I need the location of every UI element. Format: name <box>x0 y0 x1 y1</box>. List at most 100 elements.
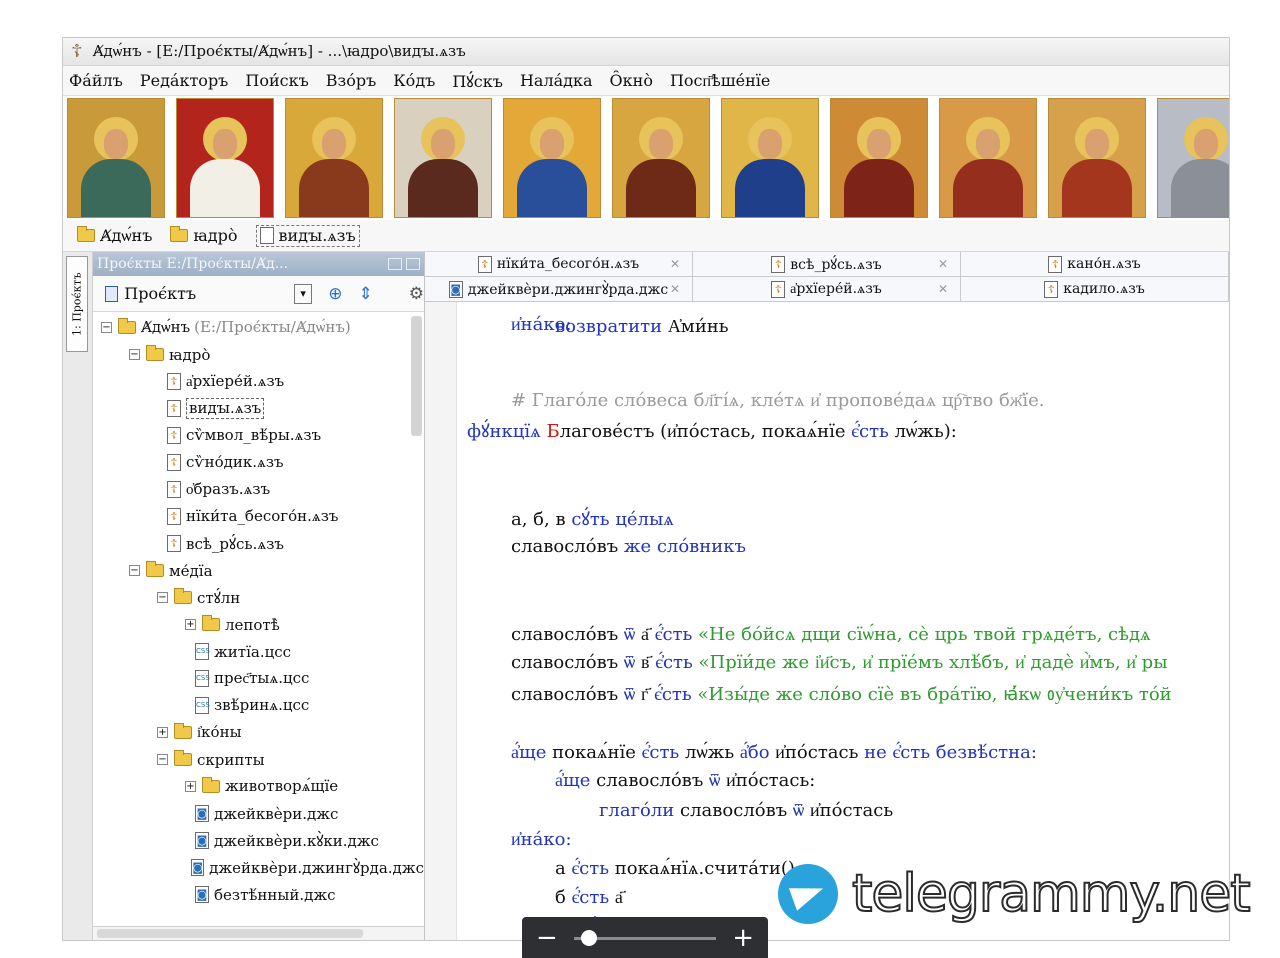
expand-toggle[interactable]: + <box>185 781 196 792</box>
tree-folder[interactable]: − ме́дїа <box>93 557 424 584</box>
tree-file[interactable]: ◙ джейквѐри.кꙋ̀ки.джс <box>93 827 424 854</box>
scroll-from-source-icon[interactable]: ⊕ <box>328 284 342 304</box>
tree-folder[interactable]: + лепотѣ̀ <box>93 611 424 638</box>
panel-hide-button[interactable] <box>406 258 420 270</box>
tree-horizontal-scrollbar[interactable] <box>93 926 424 940</box>
menu-item[interactable]: Ко́дъ <box>393 71 435 90</box>
editor-tab[interactable]: ◙ джейквѐри.джингꙋ̀рда.джс ✕ <box>425 277 693 301</box>
orthodox-cross-icon: ☦ <box>71 41 83 62</box>
view-dropdown-button[interactable]: ▾ <box>294 283 313 304</box>
tree-file[interactable]: ☦ нїки́та_бесого́н.ѧзъ <box>93 503 424 530</box>
menu-item[interactable]: Редáкторъ <box>140 71 229 90</box>
deesis-icon[interactable] <box>1048 98 1146 218</box>
madonna-child-icon[interactable] <box>721 98 819 218</box>
tree-folder[interactable]: + і҆ко́ны <box>93 719 424 746</box>
tree-file[interactable]: ☦ всѣ_рꙋ́сь.ѧзъ <box>93 530 424 557</box>
editor-tab[interactable]: ☦ нїки́та_бесого́н.ѧзъ ✕ <box>425 252 693 276</box>
tree-item-label: всѣ_рꙋ́сь.ѧзъ <box>186 534 284 553</box>
menu-item[interactable]: Фа́йлъ <box>69 71 123 90</box>
code-token: є҆́сть <box>641 742 685 763</box>
trinity-icon[interactable] <box>67 98 165 218</box>
breadcrumb-folder[interactable]: ꙗдро̀ <box>170 226 238 245</box>
collapse-toggle[interactable]: − <box>157 754 168 765</box>
script-file-icon: ☦ <box>167 535 181 552</box>
collapse-toggle[interactable]: − <box>101 322 112 333</box>
virgin-praying-icon[interactable] <box>503 98 601 218</box>
code-token: в҃ <box>635 652 656 673</box>
tree-folder[interactable]: − ꙗдро̀ <box>93 341 424 368</box>
menu-item[interactable]: Посп҃ѣше́нїе <box>670 71 770 91</box>
tree-item-label: животворѧ́щїе <box>225 777 339 795</box>
theotokos-icon[interactable] <box>394 98 492 218</box>
christ-book-icon[interactable] <box>830 98 928 218</box>
pantocrator-icon[interactable] <box>612 98 710 218</box>
tree-item-label: а҆рхїере́й.ѧзъ <box>186 372 285 390</box>
close-tab-icon[interactable]: ✕ <box>938 257 948 271</box>
tree-file[interactable]: ☦ а҆рхїере́й.ѧзъ <box>93 368 424 395</box>
ide-window: ☦ Ⱥдѡ́нъ - [Е:/Проє́кты/Ⱥдѡ́нъ] - ...\ꙗд… <box>62 37 1230 941</box>
editor-tab[interactable]: ☦ всѣ_рꙋ́сь.ѧзъ ✕ <box>693 252 961 276</box>
js-file-icon: ◙ <box>195 886 209 903</box>
tree-file[interactable]: ◙ джейквѐри.джингꙋ̀рда.джс <box>93 854 424 881</box>
menu-item[interactable]: Пꙋ́скъ <box>452 70 503 92</box>
tree-file[interactable]: ☦ сѷмвол_вѣ́ры.ѧзъ <box>93 422 424 449</box>
close-tab-icon[interactable]: ✕ <box>670 282 680 296</box>
telegram-logo-icon <box>778 864 838 924</box>
tree-file[interactable]: ◙ джейквѐри.джс <box>93 800 424 827</box>
menu-item[interactable]: Нала́дка <box>520 71 593 90</box>
editor-tab[interactable]: ☦ кано́н.ѧзъ <box>961 252 1229 276</box>
tree-file[interactable]: ☦ сѷно́дик.ѧзъ <box>93 449 424 476</box>
tree-file[interactable]: ☦ о҆бразъ.ѧзъ <box>93 476 424 503</box>
christ-icon[interactable] <box>285 98 383 218</box>
tree-file[interactable]: ☦ видꙑ.ѧзъ <box>93 395 424 422</box>
project-tool-tab[interactable]: 1: Проє́ктъ <box>66 256 88 352</box>
tree-root[interactable]: − Ⱥдѡ́нъ (Е:/Проє́кты/Ⱥдѡ́нъ) <box>93 314 424 341</box>
menu-item[interactable]: О̑кно̀ <box>610 71 653 90</box>
expand-toggle[interactable]: + <box>185 619 196 630</box>
tree-file[interactable]: CSS житїа.цсс <box>93 638 424 665</box>
tree-item-label: скрипты <box>197 750 265 769</box>
tree-folder[interactable]: − стꙋ́лн <box>93 584 424 611</box>
editor-tab[interactable]: ☦ а҆рхїере́й.ѧзъ ✕ <box>693 277 961 301</box>
window-title: Ⱥдѡ́нъ - [Е:/Проє́кты/Ⱥдѡ́нъ] - ...\ꙗдро… <box>92 42 466 60</box>
tree-item-label: сѷмвол_вѣ́ры.ѧзъ <box>186 426 322 444</box>
tree-folder[interactable]: − скрипты <box>93 746 424 773</box>
project-view-selector[interactable]: Проє́ктъ <box>124 284 196 303</box>
editor-tab[interactable]: ☦ кадило.ѧзъ <box>961 277 1229 301</box>
project-panel-header: Проє́кты Е:/Проє́кты/Ⱥд... <box>93 252 424 276</box>
close-tab-icon[interactable]: ✕ <box>938 282 948 296</box>
folder-icon <box>170 226 189 242</box>
tree-file[interactable]: CSS звѣ́ринѧ.цсс <box>93 692 424 719</box>
gear-icon[interactable]: ⚙ <box>409 284 424 304</box>
silver-riza-icon[interactable] <box>1157 98 1229 218</box>
menu-item[interactable]: Пои́скъ <box>245 71 308 90</box>
breadcrumb-file[interactable]: видꙑ.ѧзъ <box>255 224 360 247</box>
code-token: а҆́бо <box>739 742 776 763</box>
collapse-toggle[interactable]: − <box>129 565 140 576</box>
tree-folder[interactable]: + животворѧ́щїе <box>93 773 424 800</box>
js-file-icon: ◙ <box>195 832 209 849</box>
collapse-toggle[interactable]: − <box>157 592 168 603</box>
code-token: и҆по́стась <box>775 742 865 763</box>
tree-item-label: о҆бразъ.ѧзъ <box>186 480 271 498</box>
close-tab-icon[interactable]: ✕ <box>670 257 680 271</box>
code-area[interactable]: и҆на́ко: возвратити А҆ми́нь # Глаго́ле сло… <box>425 302 1229 940</box>
zoom-in-button[interactable]: + <box>732 923 754 953</box>
code-token: и҆по́стась <box>810 800 894 821</box>
zoom-slider[interactable] <box>581 930 598 946</box>
breadcrumb-root[interactable]: Ⱥдѡ́нъ <box>77 226 152 246</box>
tenderness-icon[interactable] <box>939 98 1037 218</box>
folder-icon <box>202 777 220 793</box>
tree-file[interactable]: CSS прес҃тыѧ.цсс <box>93 665 424 692</box>
tree-file[interactable]: ◙ безтѣ́нный.джс <box>93 881 424 908</box>
expand-toggle[interactable]: + <box>157 727 168 738</box>
collapse-all-icon[interactable]: ⇕ <box>359 284 373 304</box>
mandylion-icon[interactable] <box>176 98 274 218</box>
collapse-toggle[interactable]: − <box>129 349 140 360</box>
zoom-out-button[interactable]: − <box>536 923 558 953</box>
code-token: а҆́ще <box>555 770 597 791</box>
face <box>867 129 891 159</box>
panel-settings-button[interactable] <box>388 258 402 270</box>
tree-scrollbar[interactable] <box>411 316 422 436</box>
menu-item[interactable]: Взо́ръ <box>326 71 377 90</box>
